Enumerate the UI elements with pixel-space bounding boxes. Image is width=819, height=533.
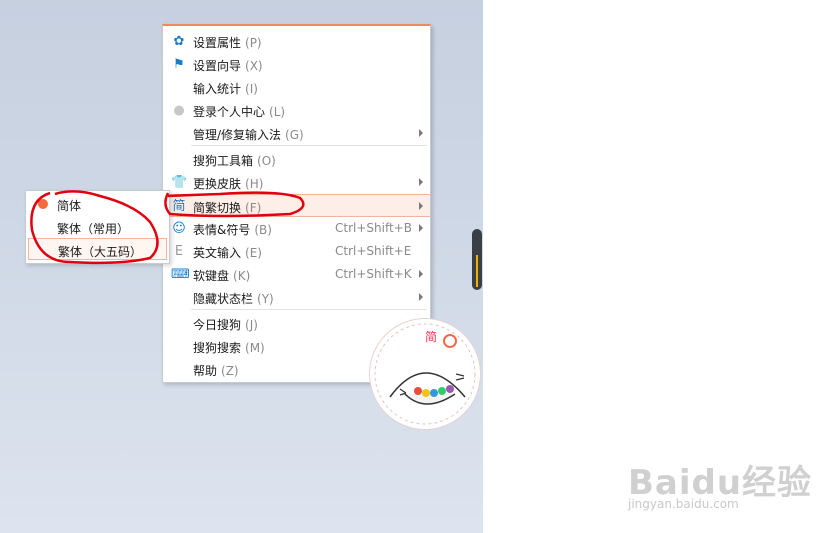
baidu-watermark: Baidu经验 jingyan.baidu.com [628, 455, 812, 511]
menu-item-accelerator: (M) [245, 341, 265, 355]
menu-item-2[interactable]: ⚑ 设置向导 (X) [163, 53, 430, 76]
menu-item-4[interactable]: ● 登录个人中心 (L) [163, 99, 430, 122]
menu-item-text: 登录个人中心 [193, 105, 266, 119]
submenu-arrow-icon [419, 178, 423, 186]
shirt-icon: 👕 [171, 175, 188, 190]
menu-item-text: 更换皮肤 [193, 177, 242, 191]
user-icon: ● [173, 103, 185, 118]
jian-char-icon: 简 [172, 199, 186, 214]
menu-separator [191, 145, 427, 146]
handle-indicator [476, 255, 478, 287]
menu-item-label: 输入统计 (I) [193, 80, 258, 97]
menu-item-label: 登录个人中心 (L) [193, 103, 285, 120]
menu-item-label: 搜狗搜索 (M) [193, 339, 265, 356]
menu-item-text: 帮助 [193, 364, 218, 378]
menu-item-5[interactable]: 管理/修复输入法 (G) [163, 122, 430, 145]
submenu-arrow-icon [419, 293, 423, 301]
menu-item-1[interactable]: ✿ 设置属性 (P) [163, 30, 430, 53]
smiley-icon: ☺ [172, 221, 186, 236]
watermark-url: jingyan.baidu.com [628, 497, 739, 511]
flag-icon: ⚑ [173, 57, 185, 72]
menu-item-text: 管理/修复输入法 [193, 128, 282, 142]
menu-item-label: 帮助 (Z) [193, 362, 239, 379]
menu-item-label: 设置属性 (P) [193, 34, 262, 51]
menu-item-accelerator: (Z) [221, 364, 239, 378]
menu-item-3[interactable]: 输入统计 (I) [163, 76, 430, 99]
submenu-item-label: 简体 [57, 199, 82, 213]
menu-separator [191, 309, 427, 310]
submenu-item-1[interactable]: 简体 [28, 193, 167, 215]
menu-item-label: 更换皮肤 (H) [193, 175, 263, 192]
menu-item-text: 软键盘 [193, 269, 230, 283]
menu-item-8[interactable]: 简简繁切换 (F) [163, 194, 430, 217]
menu-item-7[interactable]: 👕 更换皮肤 (H) [163, 171, 430, 194]
menu-item-text: 简繁切换 [193, 201, 242, 215]
menu-item-label: 设置向导 (X) [193, 57, 263, 74]
menu-item-shortcut: Ctrl+Shift+E [335, 244, 412, 258]
menu-item-text: 英文输入 [193, 246, 242, 260]
menu-item-11[interactable]: ⌨ 软键盘 (K) Ctrl+Shift+K [163, 263, 430, 286]
letter-e-icon: E [174, 244, 184, 259]
submenu-item-3[interactable]: 繁体（大五码） [28, 238, 167, 260]
submenu-arrow-icon [419, 202, 423, 210]
submenu-arrow-icon [419, 129, 423, 137]
menu-item-accelerator: (H) [245, 177, 264, 191]
keyboard-icon: ⌨ [171, 267, 190, 282]
menu-item-accelerator: (B) [254, 223, 272, 237]
menu-item-text: 设置属性 [193, 36, 242, 50]
submenu-arrow-icon [419, 224, 423, 232]
menu-item-text: 搜狗搜索 [193, 341, 242, 355]
svg-text:简: 简 [425, 330, 437, 344]
submenu-item-2[interactable]: 繁体（常用） [28, 216, 167, 238]
simplified-traditional-submenu: 简体繁体（常用） 繁体（大五码） [25, 190, 170, 264]
blank-area [483, 0, 819, 533]
menu-item-label: 管理/修复输入法 (G) [193, 126, 304, 143]
menu-item-accelerator: (I) [245, 82, 258, 96]
submenu-item-label: 繁体（大五码） [58, 245, 143, 259]
menu-item-label: 软键盘 (K) [193, 267, 250, 284]
menu-item-9[interactable]: ☺ 表情&符号 (B) Ctrl+Shift+B [163, 217, 430, 240]
submenu-item-label: 繁体（常用） [57, 222, 130, 236]
gear-icon: ✿ [173, 34, 185, 49]
menu-item-text: 表情&符号 [193, 223, 251, 237]
menu-item-10[interactable]: E 英文输入 (E) Ctrl+Shift+E [163, 240, 430, 263]
menu-item-accelerator: (J) [245, 318, 258, 332]
selected-radio-icon [38, 199, 48, 209]
menu-item-text: 搜狗工具箱 [193, 154, 254, 168]
menu-item-accelerator: (E) [245, 246, 262, 260]
menu-item-accelerator: (O) [257, 154, 276, 168]
menu-item-accelerator: (K) [233, 269, 251, 283]
menu-item-text: 今日搜狗 [193, 318, 242, 332]
menu-item-accelerator: (L) [269, 105, 286, 119]
menu-item-text: 隐藏状态栏 [193, 292, 254, 306]
menu-item-shortcut: Ctrl+Shift+B [335, 221, 412, 235]
menu-item-text: 设置向导 [193, 59, 242, 73]
menu-item-text: 输入统计 [193, 82, 242, 96]
mascot-illustration: 简 [369, 318, 481, 430]
status-bar-handle[interactable] [472, 229, 482, 290]
menu-item-12[interactable]: 隐藏状态栏 (Y) [163, 286, 430, 309]
mascot-icon: 简 [374, 323, 476, 425]
menu-item-shortcut: Ctrl+Shift+K [335, 267, 412, 281]
menu-item-label: 英文输入 (E) [193, 244, 262, 261]
menu-item-6[interactable]: 搜狗工具箱 (O) [163, 148, 430, 171]
menu-item-accelerator: (X) [245, 59, 263, 73]
menu-item-label: 简繁切换 (F) [193, 199, 261, 216]
menu-item-accelerator: (F) [245, 201, 262, 215]
menu-item-accelerator: (Y) [257, 292, 274, 306]
menu-item-accelerator: (P) [245, 36, 262, 50]
menu-item-label: 今日搜狗 (J) [193, 316, 258, 333]
menu-item-label: 搜狗工具箱 (O) [193, 152, 276, 169]
menu-item-label: 表情&符号 (B) [193, 221, 272, 238]
submenu-arrow-icon [419, 270, 423, 278]
menu-item-accelerator: (G) [285, 128, 304, 142]
menu-item-label: 隐藏状态栏 (Y) [193, 290, 274, 307]
